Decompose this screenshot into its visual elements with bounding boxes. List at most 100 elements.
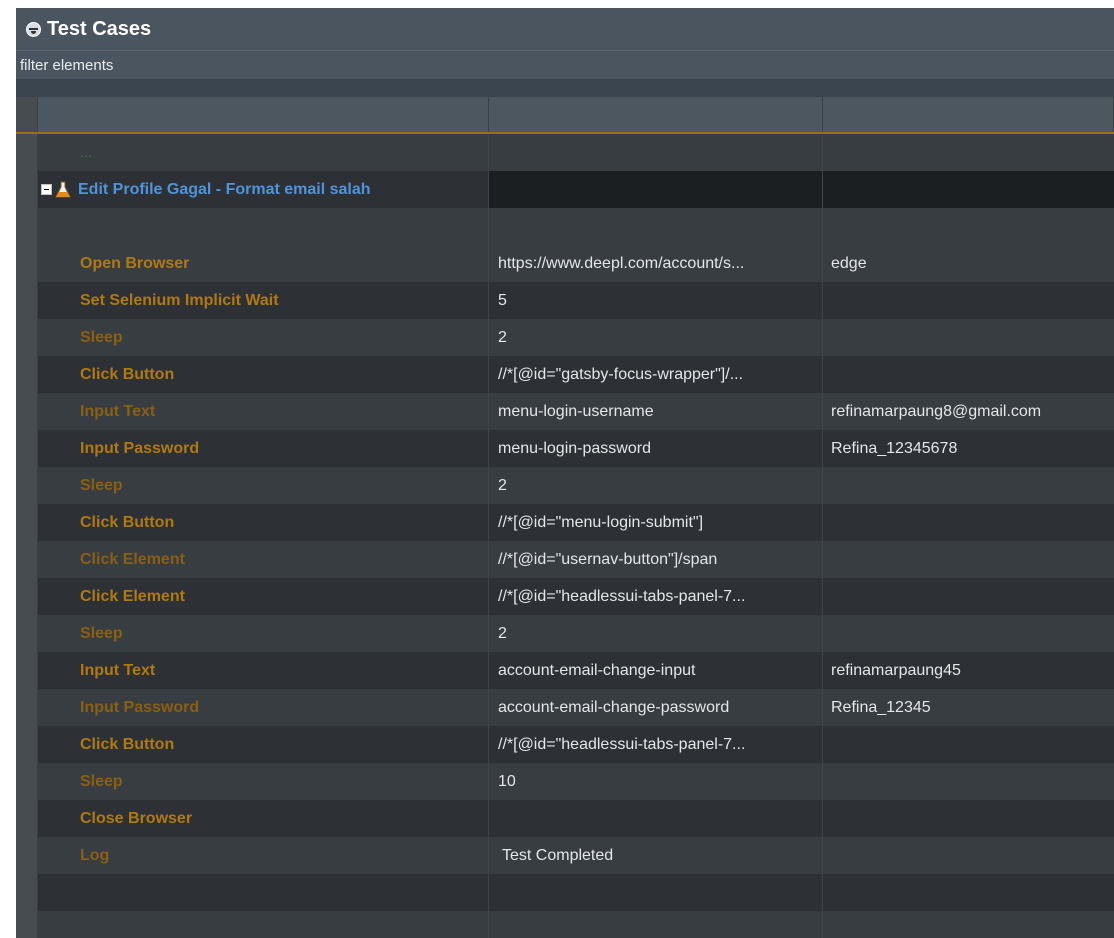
collapse-minus-icon[interactable] (41, 184, 52, 195)
cell[interactable] (38, 911, 489, 938)
keyword-cell[interactable]: Input Password (38, 689, 489, 726)
argument-2-cell[interactable]: edge (823, 245, 1114, 282)
column-header-2[interactable] (489, 97, 823, 132)
cell[interactable] (489, 208, 823, 245)
step-row[interactable]: Click Button //*[@id="gatsby-focus-wrappe… (16, 356, 1114, 393)
row-header[interactable] (16, 911, 38, 938)
step-row[interactable]: Input Password account-email-change-passw… (16, 689, 1114, 726)
step-row[interactable]: Sleep 2 (16, 319, 1114, 356)
keyword-cell[interactable]: Log (38, 837, 489, 874)
step-row[interactable]: Open Browser https://www.deepl.com/accoun… (16, 245, 1114, 282)
argument-2-cell[interactable] (823, 615, 1114, 652)
row-header[interactable] (16, 763, 38, 800)
argument-1-cell[interactable]: menu-login-password (489, 430, 823, 467)
settings-row[interactable]: ... (16, 134, 1114, 171)
step-row[interactable]: Log Test Completed (16, 837, 1114, 874)
row-header[interactable] (16, 467, 38, 504)
row-header[interactable] (16, 208, 38, 245)
argument-2-cell[interactable] (823, 319, 1114, 356)
keyword-cell[interactable]: Sleep (38, 763, 489, 800)
argument-2-cell[interactable]: refinamarpaung45 (823, 652, 1114, 689)
step-row[interactable]: Sleep 10 (16, 763, 1114, 800)
keyword-cell[interactable]: Input Password (38, 430, 489, 467)
argument-1-cell[interactable]: 2 (489, 615, 823, 652)
keyword-cell[interactable]: Input Text (38, 393, 489, 430)
blank-row[interactable] (16, 208, 1114, 245)
argument-2-cell[interactable] (823, 726, 1114, 763)
keyword-cell[interactable]: Set Selenium Implicit Wait (38, 282, 489, 319)
argument-1-cell[interactable]: //*[@id="menu-login-submit"] (489, 504, 823, 541)
argument-1-cell[interactable]: menu-login-username (489, 393, 823, 430)
keyword-cell[interactable]: Sleep (38, 615, 489, 652)
row-header[interactable] (16, 171, 38, 208)
cell-collapsed-settings[interactable]: ... (38, 134, 489, 171)
argument-1-cell[interactable]: 2 (489, 319, 823, 356)
row-header[interactable] (16, 541, 38, 578)
keyword-cell[interactable]: Click Button (38, 356, 489, 393)
argument-2-cell[interactable] (823, 467, 1114, 504)
blank-row[interactable] (16, 874, 1114, 911)
cell[interactable] (823, 911, 1114, 938)
row-header[interactable] (16, 282, 38, 319)
row-header[interactable] (16, 393, 38, 430)
argument-1-cell[interactable]: 5 (489, 282, 823, 319)
cell[interactable] (489, 171, 823, 208)
argument-1-cell[interactable]: //*[@id="gatsby-focus-wrapper"]/... (489, 356, 823, 393)
argument-2-cell[interactable]: Refina_12345 (823, 689, 1114, 726)
step-row[interactable]: Click Element //*[@id="usernav-button"]/s… (16, 541, 1114, 578)
keyword-cell[interactable]: Open Browser (38, 245, 489, 282)
step-row[interactable]: Sleep 2 (16, 615, 1114, 652)
keyword-cell[interactable]: Click Element (38, 541, 489, 578)
argument-1-cell[interactable]: account-email-change-input (489, 652, 823, 689)
step-row[interactable]: Close Browser (16, 800, 1114, 837)
step-row[interactable]: Click Button //*[@id="headlessui-tabs-pan… (16, 726, 1114, 763)
cell[interactable] (489, 874, 823, 911)
argument-1-cell[interactable]: Test Completed (489, 837, 823, 874)
row-header[interactable] (16, 504, 38, 541)
cell[interactable] (823, 874, 1114, 911)
cell[interactable] (823, 208, 1114, 245)
argument-2-cell[interactable]: refinamarpaung8@gmail.com (823, 393, 1114, 430)
argument-1-cell[interactable]: //*[@id="headlessui-tabs-panel-7... (489, 726, 823, 763)
step-row[interactable]: Set Selenium Implicit Wait 5 (16, 282, 1114, 319)
test-case-name-cell[interactable]: Edit Profile Gagal - Format email salah (38, 171, 489, 208)
step-row[interactable]: Click Element //*[@id="headlessui-tabs-pa… (16, 578, 1114, 615)
row-header[interactable] (16, 689, 38, 726)
step-row[interactable]: Input Password menu-login-password Refina_… (16, 430, 1114, 467)
argument-2-cell[interactable] (823, 541, 1114, 578)
keyword-cell[interactable]: Sleep (38, 319, 489, 356)
step-row[interactable]: Input Text account-email-change-input refi… (16, 652, 1114, 689)
row-header[interactable] (16, 319, 38, 356)
row-header[interactable] (16, 615, 38, 652)
argument-1-cell[interactable]: account-email-change-password (489, 689, 823, 726)
argument-1-cell[interactable]: //*[@id="headlessui-tabs-panel-7... (489, 578, 823, 615)
keyword-cell[interactable]: Click Button (38, 726, 489, 763)
step-row[interactable]: Sleep 2 (16, 467, 1114, 504)
row-header-corner[interactable] (16, 97, 38, 132)
keyword-cell[interactable]: Input Text (38, 652, 489, 689)
argument-1-cell[interactable]: 2 (489, 467, 823, 504)
blank-row[interactable] (16, 911, 1114, 938)
test-case-row[interactable]: Edit Profile Gagal - Format email salah (16, 171, 1114, 208)
step-row[interactable]: Input Text menu-login-username refinamarpa… (16, 393, 1114, 430)
column-header-1[interactable] (38, 97, 489, 132)
row-header[interactable] (16, 800, 38, 837)
argument-2-cell[interactable] (823, 578, 1114, 615)
argument-1-cell[interactable]: 10 (489, 763, 823, 800)
argument-2-cell[interactable] (823, 763, 1114, 800)
cell[interactable] (823, 171, 1114, 208)
cell[interactable] (38, 874, 489, 911)
row-header[interactable] (16, 356, 38, 393)
argument-2-cell[interactable] (823, 282, 1114, 319)
argument-2-cell[interactable] (823, 504, 1114, 541)
step-row[interactable]: Click Button //*[@id="menu-login-submit"] (16, 504, 1114, 541)
keyword-cell[interactable]: Close Browser (38, 800, 489, 837)
keyword-cell[interactable]: Click Element (38, 578, 489, 615)
keyword-cell[interactable]: Sleep (38, 467, 489, 504)
row-header[interactable] (16, 874, 38, 911)
row-header[interactable] (16, 430, 38, 467)
argument-2-cell[interactable] (823, 356, 1114, 393)
row-header[interactable] (16, 652, 38, 689)
row-header[interactable] (16, 837, 38, 874)
filter-input[interactable] (16, 51, 1114, 79)
